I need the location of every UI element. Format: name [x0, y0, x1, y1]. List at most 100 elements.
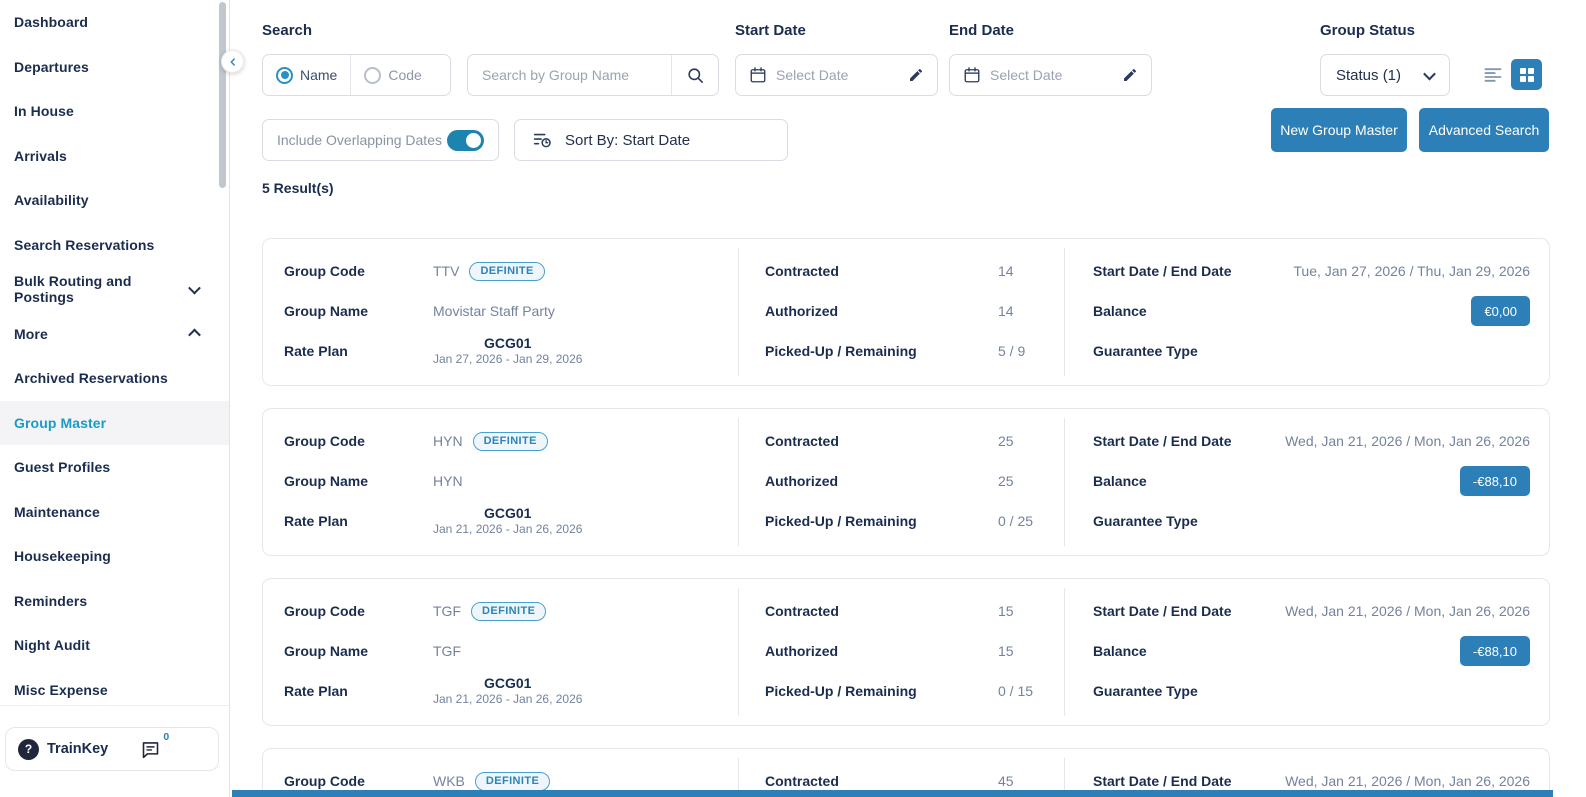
sidebar-item-label: Maintenance — [14, 504, 100, 520]
sidebar-item-label: Group Master — [14, 415, 106, 431]
rate-plan-dates: Jan 21, 2026 - Jan 26, 2026 — [433, 692, 582, 708]
sidebar-scrollbar[interactable] — [219, 2, 226, 188]
start-date-placeholder[interactable]: Select Date — [776, 67, 899, 83]
chevron-left-icon — [227, 56, 239, 68]
authorized-row: Authorized 14 — [738, 291, 1065, 331]
trainkey-box[interactable]: ? TrainKey 0 — [5, 727, 219, 771]
balance-badge[interactable]: €0,00 — [1471, 296, 1530, 326]
group-card[interactable]: Group Code HYN DEFINITE Group Name HYN R… — [262, 408, 1550, 556]
sidebar-item-group-master[interactable]: Group Master — [0, 401, 229, 446]
sidebar-item-more[interactable]: More — [0, 312, 229, 357]
sidebar-collapse-button[interactable] — [221, 50, 244, 73]
guarantee-label: Guarantee Type — [1093, 513, 1198, 529]
chat-button[interactable]: 0 — [140, 739, 161, 760]
group-code-label: Group Code — [284, 433, 433, 449]
contracted-label: Contracted — [765, 773, 998, 789]
view-toggle — [1477, 59, 1542, 90]
sidebar-item-maintenance[interactable]: Maintenance — [0, 490, 229, 535]
grid-view-button[interactable] — [1511, 59, 1542, 90]
help-icon[interactable]: ? — [18, 739, 39, 760]
balance-badge[interactable]: -€88,10 — [1460, 636, 1530, 666]
rate-plan-label: Rate Plan — [284, 343, 433, 359]
group-name-row: Group Name TGF — [263, 631, 738, 671]
sidebar-item-search-reservations[interactable]: Search Reservations — [0, 223, 229, 268]
group-code-label: Group Code — [284, 773, 433, 789]
sidebar-item-label: Guest Profiles — [14, 459, 110, 475]
picked-up-value: 0 / 25 — [998, 513, 1033, 529]
group-status-dropdown[interactable]: Status (1) — [1320, 54, 1450, 96]
sidebar-item-departures[interactable]: Departures — [0, 45, 229, 90]
contracted-label: Contracted — [765, 433, 998, 449]
sidebar-item-housekeeping[interactable]: Housekeeping — [0, 534, 229, 579]
group-name-label: Group Name — [284, 643, 433, 659]
contracted-value: 45 — [998, 773, 1014, 789]
end-date-field[interactable]: Select Date — [949, 54, 1152, 96]
contracted-value: 25 — [998, 433, 1014, 449]
group-card[interactable]: Group Code TGF DEFINITE Group Name TGF R… — [262, 578, 1550, 726]
end-date-placeholder[interactable]: Select Date — [990, 67, 1113, 83]
sidebar-item-reminders[interactable]: Reminders — [0, 579, 229, 624]
sidebar-item-label: Departures — [14, 59, 89, 75]
radio-name-label: Name — [300, 67, 337, 83]
sidebar-item-availability[interactable]: Availability — [0, 178, 229, 223]
rate-plan-dates: Jan 21, 2026 - Jan 26, 2026 — [433, 522, 582, 538]
contracted-value: 15 — [998, 603, 1014, 619]
status-badge: DEFINITE — [471, 602, 546, 621]
authorized-value: 25 — [998, 473, 1014, 489]
horizontal-scrollbar[interactable] — [232, 790, 1553, 797]
sort-by-button[interactable]: Sort By: Start Date — [514, 119, 788, 161]
group-status-label: Group Status — [1320, 22, 1415, 39]
balance-label: Balance — [1093, 643, 1147, 659]
balance-badge[interactable]: -€88,10 — [1460, 466, 1530, 496]
chevron-down-icon — [1423, 67, 1436, 80]
new-group-master-button[interactable]: New Group Master — [1271, 108, 1407, 152]
balance-row: Balance €0,00 — [1065, 291, 1549, 331]
radio-code-option[interactable]: Code — [364, 67, 421, 84]
sidebar-item-label: Night Audit — [14, 637, 90, 653]
sidebar-item-label: Availability — [14, 192, 89, 208]
sidebar-item-label: More — [14, 326, 48, 342]
overlap-label: Include Overlapping Dates — [277, 132, 442, 148]
sort-icon — [532, 130, 552, 150]
sidebar-item-archived-reservations[interactable]: Archived Reservations — [0, 356, 229, 401]
group-code-row: Group Code TGF DEFINITE — [263, 591, 738, 631]
chat-badge: 0 — [163, 731, 169, 743]
edit-icon[interactable] — [1122, 67, 1138, 83]
radio-code-label: Code — [388, 67, 421, 83]
group-code-row: Group Code TTV DEFINITE — [263, 251, 738, 291]
search-submit[interactable] — [672, 55, 718, 95]
balance-row: Balance -€88,10 — [1065, 461, 1549, 501]
start-date-label: Start Date — [735, 22, 806, 39]
edit-icon[interactable] — [908, 67, 924, 83]
list-view-button[interactable] — [1477, 59, 1508, 90]
sidebar-item-in-house[interactable]: In House — [0, 89, 229, 134]
status-badge: DEFINITE — [469, 262, 544, 281]
group-card[interactable]: Group Code TTV DEFINITE Group Name Movis… — [262, 238, 1550, 386]
sidebar-item-label: Reminders — [14, 593, 87, 609]
picked-up-row: Picked-Up / Remaining 0 / 15 — [738, 671, 1065, 711]
start-date-field[interactable]: Select Date — [735, 54, 938, 96]
overlap-toggle[interactable] — [447, 130, 484, 151]
group-name-search-field — [467, 54, 719, 96]
advanced-search-button[interactable]: Advanced Search — [1419, 108, 1549, 152]
sidebar-item-arrivals[interactable]: Arrivals — [0, 134, 229, 179]
guarantee-row: Guarantee Type — [1065, 671, 1549, 711]
rate-plan-dates: Jan 27, 2026 - Jan 29, 2026 — [433, 352, 582, 368]
radio-name-option[interactable]: Name — [276, 67, 337, 84]
guarantee-label: Guarantee Type — [1093, 343, 1198, 359]
date-range-value: Wed, Jan 21, 2026 / Mon, Jan 26, 2026 — [1285, 603, 1530, 619]
date-range-value: Wed, Jan 21, 2026 / Mon, Jan 26, 2026 — [1285, 773, 1530, 789]
date-range-row: Start Date / End Date Tue, Jan 27, 2026 … — [1065, 251, 1549, 291]
sidebar-item-bulk-routing-and-postings[interactable]: Bulk Routing and Postings — [0, 267, 229, 312]
sidebar-item-dashboard[interactable]: Dashboard — [0, 0, 229, 45]
rate-plan-code: GCG01 — [484, 674, 531, 692]
date-range-label: Start Date / End Date — [1093, 773, 1231, 789]
results-list: Group Code TTV DEFINITE Group Name Movis… — [262, 238, 1550, 797]
sidebar-item-guest-profiles[interactable]: Guest Profiles — [0, 445, 229, 490]
sidebar-item-night-audit[interactable]: Night Audit — [0, 623, 229, 668]
authorized-value: 15 — [998, 643, 1014, 659]
card-counts-column: Contracted 25 Authorized 25 Picked-Up / … — [738, 409, 1065, 555]
search-input[interactable] — [468, 67, 671, 83]
guarantee-row: Guarantee Type — [1065, 331, 1549, 371]
main-content: Search Start Date End Date Group Status … — [230, 0, 1586, 797]
